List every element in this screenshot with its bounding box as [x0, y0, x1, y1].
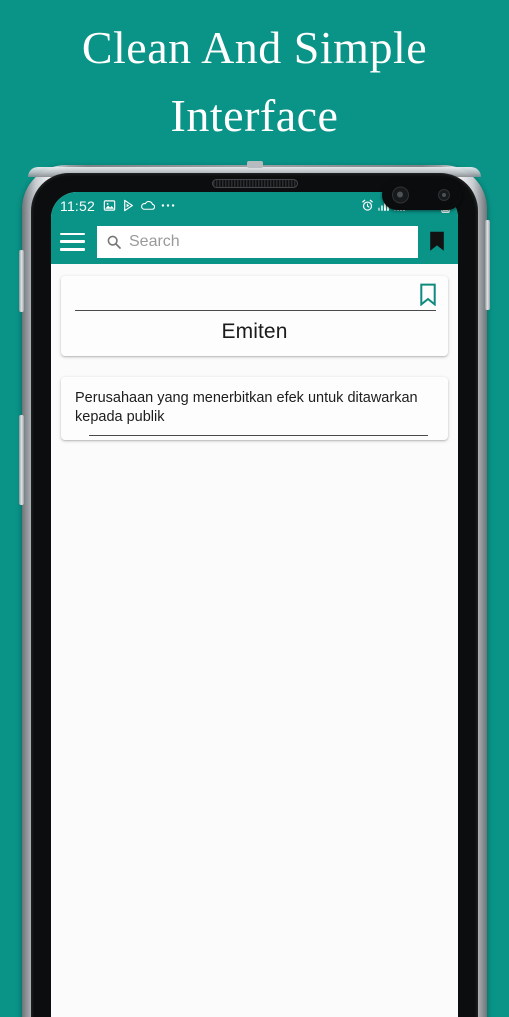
term-card[interactable]: Emiten: [61, 276, 448, 356]
volume-up-button[interactable]: [19, 250, 24, 312]
status-bar-time: 11:52: [60, 197, 95, 214]
image-icon: [103, 199, 116, 212]
camera-lens-primary: [392, 186, 409, 204]
bookmark-outline-icon[interactable]: [419, 283, 437, 307]
phone-top-tab: [246, 161, 263, 168]
bookmark-filled-icon[interactable]: [426, 230, 448, 254]
app-bar: Search: [51, 219, 458, 264]
camera-lens-secondary: [438, 189, 450, 201]
camera-punch-hole: [382, 180, 462, 210]
alarm-icon: [361, 199, 374, 212]
promo-headline: Clean And Simple Interface: [81, 22, 428, 141]
phone-screen: 11:52 Search Emiten Perusahaan yang mene…: [51, 192, 458, 1017]
promo-screenshot: Clean And Simple Interface 11:52 Search …: [0, 0, 509, 1017]
play-store-icon: [122, 199, 135, 212]
definition-divider: [89, 435, 428, 436]
term-title: Emiten: [221, 320, 288, 343]
search-placeholder: Search: [129, 232, 180, 250]
more-dots-icon: [161, 203, 175, 208]
search-icon: [106, 234, 122, 250]
status-bar-left-icons: [103, 199, 175, 212]
definition-text: Perusahaan yang menerbitkan efek untuk d…: [75, 390, 418, 425]
definition-card[interactable]: Perusahaan yang menerbitkan efek untuk d…: [61, 377, 448, 440]
earpiece-speaker: [211, 179, 298, 188]
volume-down-button[interactable]: [19, 415, 24, 505]
phone-mockup: 11:52 Search Emiten Perusahaan yang mene…: [19, 161, 490, 1017]
cloud-icon: [141, 200, 156, 211]
phone-bezel: 11:52 Search Emiten Perusahaan yang mene…: [31, 173, 478, 1017]
power-button[interactable]: [485, 220, 490, 310]
hamburger-menu-icon[interactable]: [60, 232, 85, 251]
content-area: Emiten Perusahaan yang menerbitkan efek …: [51, 264, 458, 440]
search-input[interactable]: Search: [97, 225, 418, 258]
